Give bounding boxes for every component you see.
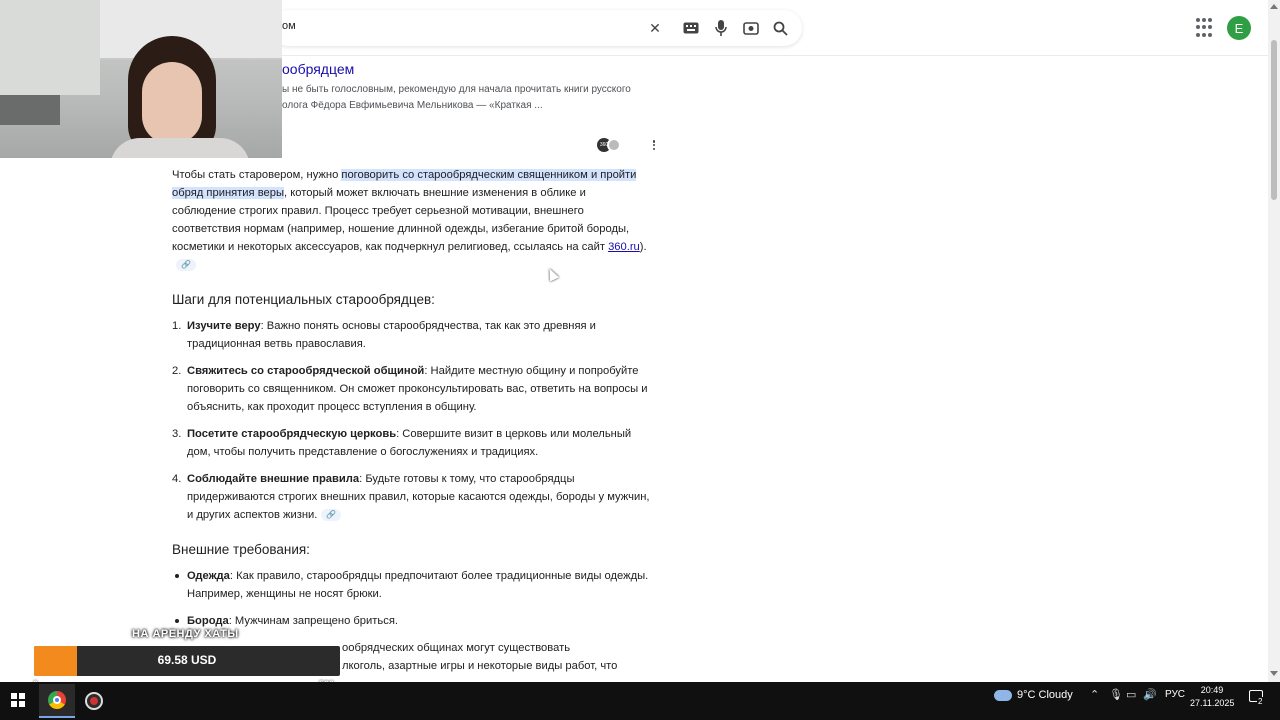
scroll-thumb[interactable]	[1271, 40, 1277, 200]
windows-start-icon[interactable]	[11, 693, 25, 707]
list-item: 1. Изучите веру: Важно понять основы стар…	[172, 317, 650, 353]
more-options-icon[interactable]	[650, 138, 658, 152]
taskbar-chrome[interactable]	[39, 684, 75, 718]
clock-date: 27.11.2025	[1190, 698, 1235, 708]
steps-heading: Шаги для потенциальных старообрядцев:	[172, 292, 435, 307]
list-item: Одежда: Как правило, старообрядцы предпо…	[172, 567, 650, 603]
chrome-icon	[48, 691, 66, 709]
requirement-title: Борода	[187, 615, 229, 627]
ai-intro-paragraph: Чтобы стать старовером, нужно поговорить…	[172, 166, 650, 274]
step-number: 4.	[172, 473, 182, 485]
microphone-tray-icon[interactable]: 🎙	[1109, 688, 1123, 701]
search-icon[interactable]	[771, 19, 789, 37]
taskbar-obs[interactable]	[76, 684, 112, 718]
requirement-text: : Как правило, старообрядцы предпочитают…	[187, 570, 649, 600]
step-title: Изучите веру	[187, 320, 261, 332]
donation-amount: 69.58 USD	[157, 653, 217, 667]
cloud-icon[interactable]	[994, 690, 1012, 701]
step-number: 2.	[172, 365, 182, 377]
clock[interactable]: 20:49 27.11.2025	[1190, 684, 1234, 710]
step-title: Свяжитесь со старообрядческой общиной	[187, 365, 425, 377]
language-indicator[interactable]: РУС	[1165, 689, 1185, 700]
requirement-text: ообрядческих общинах могут существовать	[342, 642, 571, 654]
donation-progress-bar: 69.58 USD	[34, 646, 340, 676]
lens-camera-icon[interactable]	[742, 19, 760, 37]
chevron-up-icon[interactable]: ⌃	[1090, 688, 1099, 701]
requirement-text: : Мужчинам запрещено бриться.	[228, 615, 398, 627]
step-number: 3.	[172, 428, 182, 440]
obs-icon	[85, 692, 103, 710]
step-title: Посетите старообрядческую церковь	[187, 428, 397, 440]
requirement-text: лкоголь, азартные игры и некоторые виды …	[342, 660, 618, 672]
snippet-line: олога Фёдора Евфимьевича Мельникова — «К…	[282, 100, 543, 111]
windows-taskbar: 9°C Cloudy ⌃ 🎙 ▭ 🔊 РУС 20:49 27.11.2025 …	[0, 682, 1280, 720]
clear-icon[interactable]: ✕	[646, 19, 664, 37]
donation-goal-label: НА АРЕНДУ ХАТЫ	[132, 628, 239, 640]
list-item: Борода: Мужчинам запрещено бриться.	[172, 612, 650, 630]
intro-text: Чтобы стать старовером, нужно	[172, 169, 342, 181]
list-item: 3. Посетите старообрядческую церковь: Сов…	[172, 425, 650, 461]
search-input[interactable]: ом	[282, 20, 296, 32]
link-chain-icon[interactable]: 🔗	[176, 259, 196, 272]
source-generic-icon	[607, 138, 621, 152]
google-apps-icon[interactable]	[1196, 18, 1216, 38]
clock-time: 20:49	[1200, 685, 1224, 695]
snippet-line: ы не быть голословным, рекомендую для на…	[282, 84, 631, 95]
page-scrollbar[interactable]	[1268, 0, 1280, 682]
requirements-heading: Внешние требования:	[172, 542, 310, 557]
ai-overview: Чтобы стать старовером, нужно поговорить…	[172, 166, 650, 675]
source-favicons[interactable]: 360	[597, 138, 623, 152]
list-item: 4. Соблюдайте внешние правила: Будьте гот…	[172, 470, 650, 524]
search-box[interactable]: ом ✕	[270, 10, 802, 46]
step-title: Соблюдайте внешние правила	[187, 473, 360, 485]
link-chain-icon[interactable]: 🔗	[321, 509, 342, 522]
keyboard-icon[interactable]	[682, 19, 700, 37]
account-avatar[interactable]: E	[1227, 16, 1251, 40]
scroll-down-arrow-icon[interactable]	[1270, 671, 1278, 676]
requirement-title: Одежда	[187, 570, 230, 582]
microphone-icon[interactable]	[712, 19, 730, 37]
intro-text: ).	[639, 241, 647, 253]
list-item: 2. Свяжитесь со старообрядческой общиной:…	[172, 362, 650, 416]
result-snippet: ы не быть голословным, рекомендую для на…	[282, 82, 652, 114]
scroll-up-arrow-icon[interactable]	[1270, 4, 1278, 9]
network-icon[interactable]: ▭	[1126, 688, 1136, 701]
step-number: 1.	[172, 320, 182, 332]
weather-text[interactable]: 9°C Cloudy	[1017, 689, 1073, 701]
result-title-link[interactable]: ообрядцем	[282, 61, 354, 77]
steps-list: 1. Изучите веру: Важно понять основы стар…	[172, 317, 650, 524]
source-link[interactable]: 360.ru	[608, 241, 640, 253]
volume-icon[interactable]: 🔊	[1143, 688, 1157, 701]
notification-count: 2	[1257, 697, 1264, 706]
webcam-overlay	[0, 0, 282, 158]
